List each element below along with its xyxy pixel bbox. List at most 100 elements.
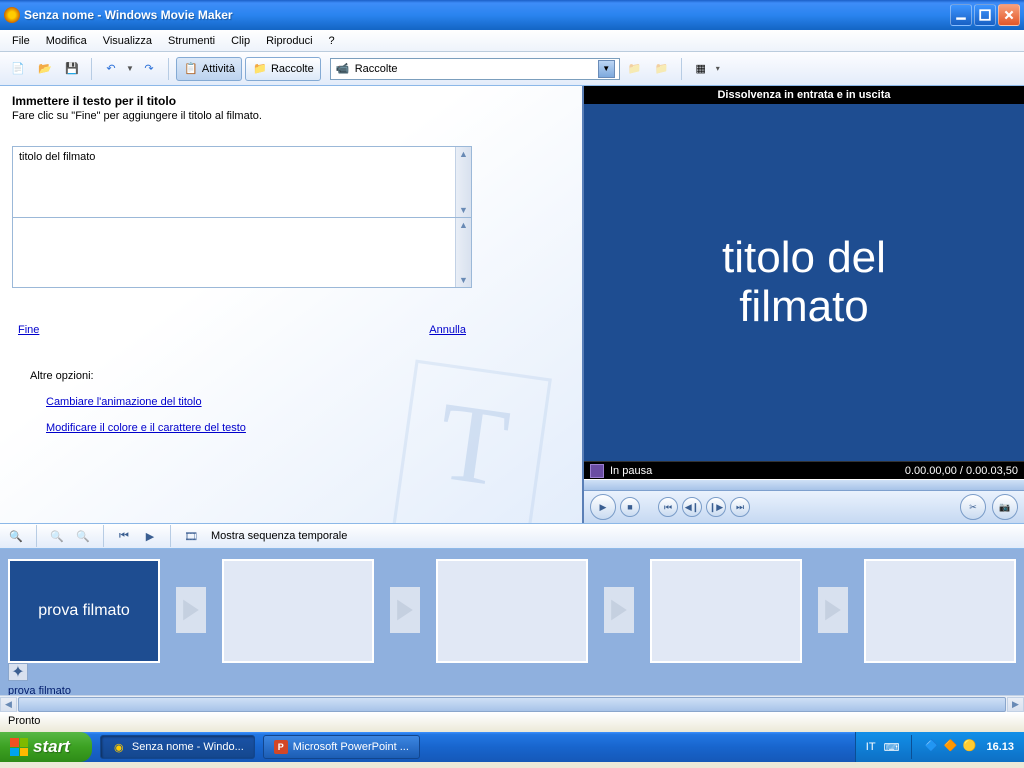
zoom-out-icon[interactable]: 🔍 [73, 526, 93, 546]
tasks-button[interactable]: 📋Attività [176, 57, 242, 81]
combo-dropdown-icon[interactable]: ▼ [598, 60, 615, 78]
new-button[interactable]: 📄 [6, 57, 30, 81]
redo-button[interactable]: ↷ [137, 57, 161, 81]
close-button[interactable] [998, 4, 1020, 26]
scroll-down-icon[interactable]: ▼ [459, 275, 468, 285]
clip-thumbnail-empty[interactable] [436, 559, 588, 663]
stop-button[interactable]: ■ [620, 497, 640, 517]
transition-slot[interactable] [176, 587, 206, 633]
preview-status-bar: In pausa 0.00.00,00 / 0.00.03,50 [584, 461, 1024, 479]
view-dropdown-icon[interactable]: ▾ [716, 64, 720, 73]
task-subtext: Fare clic su "Fine" per aggiungere il ti… [12, 110, 570, 122]
collections-button[interactable]: 📁Raccolte [245, 57, 321, 81]
step-fwd-button[interactable]: ❙▶ [706, 497, 726, 517]
menu-riproduci[interactable]: Riproduci [260, 33, 318, 49]
title-input-group: titolo del filmato ▲▼ ▲▼ [12, 146, 472, 288]
tray-icon[interactable]: 🟡 [962, 739, 978, 755]
app-icon [4, 7, 20, 23]
scroll-right-icon[interactable]: ▶ [1007, 697, 1024, 712]
clip-slot-empty[interactable] [650, 559, 802, 663]
open-button[interactable]: 📂 [33, 57, 57, 81]
taskbar-item-powerpoint[interactable]: P Microsoft PowerPoint ... [263, 735, 420, 759]
undo-button[interactable]: ↶ [99, 57, 123, 81]
menu-file[interactable]: File [6, 33, 36, 49]
zoom-in-icon[interactable]: 🔍 [47, 526, 67, 546]
scroll-up-icon[interactable]: ▲ [459, 220, 468, 230]
windows-logo-icon [10, 738, 28, 756]
clip-item[interactable]: prova filmato ✦ prova filmato [8, 559, 160, 695]
done-link[interactable]: Fine [18, 324, 39, 336]
menu-modifica[interactable]: Modifica [40, 33, 93, 49]
view-button[interactable]: ▦ [689, 57, 713, 81]
timeline-view-icon[interactable]: 🎞 [181, 526, 201, 546]
scroll-left-icon[interactable]: ◀ [0, 697, 17, 712]
preview-panel: Dissolvenza in entrata e in uscita titol… [582, 86, 1024, 523]
rewind-button[interactable]: ⏮ [114, 526, 134, 546]
status-text: Pronto [8, 715, 40, 727]
tray-icon[interactable]: 🔶 [943, 739, 959, 755]
scroll-thumb[interactable] [18, 697, 1006, 712]
scroll-up-icon[interactable]: ▲ [459, 149, 468, 159]
clip-thumbnail-empty[interactable] [650, 559, 802, 663]
clip-slot-empty[interactable] [222, 559, 374, 663]
pause-status-icon [590, 464, 604, 478]
clip-effect-icon[interactable]: ✦ [8, 663, 28, 681]
svg-text:T: T [431, 379, 516, 511]
clip-label: prova filmato [8, 685, 71, 695]
title-input-main[interactable]: titolo del filmato ▲▼ [13, 147, 471, 217]
up-folder-button[interactable]: 📁 [623, 57, 647, 81]
zoom-tool-icon[interactable]: 🔍 [6, 526, 26, 546]
scroll-down-icon[interactable]: ▼ [459, 205, 468, 215]
scrollbar[interactable]: ▲▼ [455, 147, 471, 217]
title-input-text: titolo del filmato [19, 151, 95, 163]
split-button[interactable]: ✂ [960, 494, 986, 520]
preview-text: titolo delfilmato [722, 234, 886, 331]
clip-thumbnail-empty[interactable] [864, 559, 1016, 663]
prev-button[interactable]: ⏮ [658, 497, 678, 517]
language-indicator[interactable]: IT [866, 741, 876, 753]
step-back-button[interactable]: ◀❙ [682, 497, 702, 517]
tray-icon[interactable]: 🔷 [924, 739, 940, 755]
separator [170, 525, 171, 547]
clock[interactable]: 16.13 [986, 741, 1014, 753]
scrollbar[interactable]: ▲▼ [455, 218, 471, 287]
clip-thumbnail-empty[interactable] [222, 559, 374, 663]
cancel-link[interactable]: Annulla [429, 324, 466, 336]
preview-time: 0.00.00,00 / 0.00.03,50 [905, 465, 1018, 477]
collections-combo[interactable]: 📹 Raccolte ▼ [330, 58, 620, 80]
next-button[interactable]: ⏭ [730, 497, 750, 517]
menu-strumenti[interactable]: Strumenti [162, 33, 221, 49]
storyboard: prova filmato ✦ prova filmato [0, 549, 1024, 695]
transition-slot[interactable] [818, 587, 848, 633]
clip-slot-empty[interactable] [436, 559, 588, 663]
menu-help[interactable]: ? [323, 33, 341, 49]
clip-thumbnail[interactable]: prova filmato ✦ [8, 559, 160, 663]
preview-controls: ▶ ■ ⏮ ◀❙ ❙▶ ⏭ ✂ 📷 [584, 491, 1024, 523]
taskbar: start ◉ Senza nome - Windo... P Microsof… [0, 732, 1024, 762]
powerpoint-icon: P [274, 740, 288, 754]
storyboard-scrollbar[interactable]: ◀ ▶ [0, 695, 1024, 712]
content-area: Immettere il testo per il titolo Fare cl… [0, 86, 1024, 523]
snapshot-button[interactable]: 📷 [992, 494, 1018, 520]
new-folder-button[interactable]: 📁 [650, 57, 674, 81]
taskbar-item-moviemaker[interactable]: ◉ Senza nome - Windo... [100, 735, 255, 759]
preview-seek-track[interactable] [584, 479, 1024, 491]
save-button[interactable]: 💾 [60, 57, 84, 81]
play-timeline-button[interactable]: ▶ [140, 526, 160, 546]
separator [168, 58, 169, 80]
start-button[interactable]: start [0, 732, 92, 762]
menu-visualizza[interactable]: Visualizza [97, 33, 158, 49]
separator [91, 58, 92, 80]
transition-slot[interactable] [390, 587, 420, 633]
undo-dropdown-icon[interactable]: ▼ [126, 64, 134, 73]
transition-slot[interactable] [604, 587, 634, 633]
play-button[interactable]: ▶ [590, 494, 616, 520]
minimize-button[interactable] [950, 4, 972, 26]
clip-slot-empty[interactable] [864, 559, 1016, 663]
keyboard-icon[interactable]: ⌨ [884, 741, 900, 754]
menu-clip[interactable]: Clip [225, 33, 256, 49]
title-input-subtitle[interactable]: ▲▼ [13, 217, 471, 287]
maximize-button[interactable] [974, 4, 996, 26]
timeline-toggle-label[interactable]: Mostra sequenza temporale [211, 530, 347, 542]
task-panel: Immettere il testo per il titolo Fare cl… [0, 86, 582, 523]
